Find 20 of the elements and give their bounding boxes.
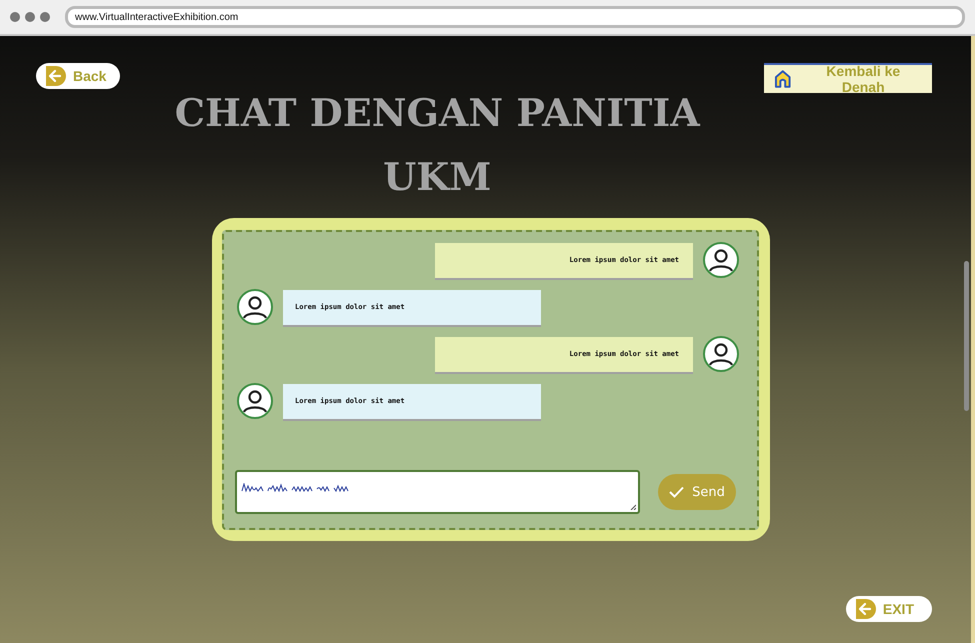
back-button[interactable]: Back [36, 63, 120, 89]
message-input-field[interactable] [235, 470, 640, 514]
home-button[interactable]: Kembali ke Denah [764, 63, 932, 93]
send-button[interactable]: Send [658, 474, 736, 510]
page-title: CHAT DENGAN PANITIA UKM [174, 89, 702, 201]
window-dot-icon[interactable] [40, 12, 50, 22]
house-icon [774, 69, 792, 89]
resize-grip-icon[interactable] [630, 504, 636, 510]
exit-button[interactable]: EXIT [846, 596, 932, 622]
check-icon [669, 486, 684, 498]
user-avatar-icon [703, 336, 739, 372]
address-bar[interactable]: www.VirtualInteractiveExhibition.com [65, 6, 965, 28]
user-avatar-icon [703, 242, 739, 278]
back-arrow-icon [856, 599, 876, 619]
user-avatar-icon [237, 289, 273, 325]
user-avatar-icon [237, 383, 273, 419]
back-arrow-icon [46, 66, 66, 86]
window-dot-icon[interactable] [10, 12, 20, 22]
scrollbar[interactable] [964, 261, 969, 411]
window-dot-icon[interactable] [25, 12, 35, 22]
